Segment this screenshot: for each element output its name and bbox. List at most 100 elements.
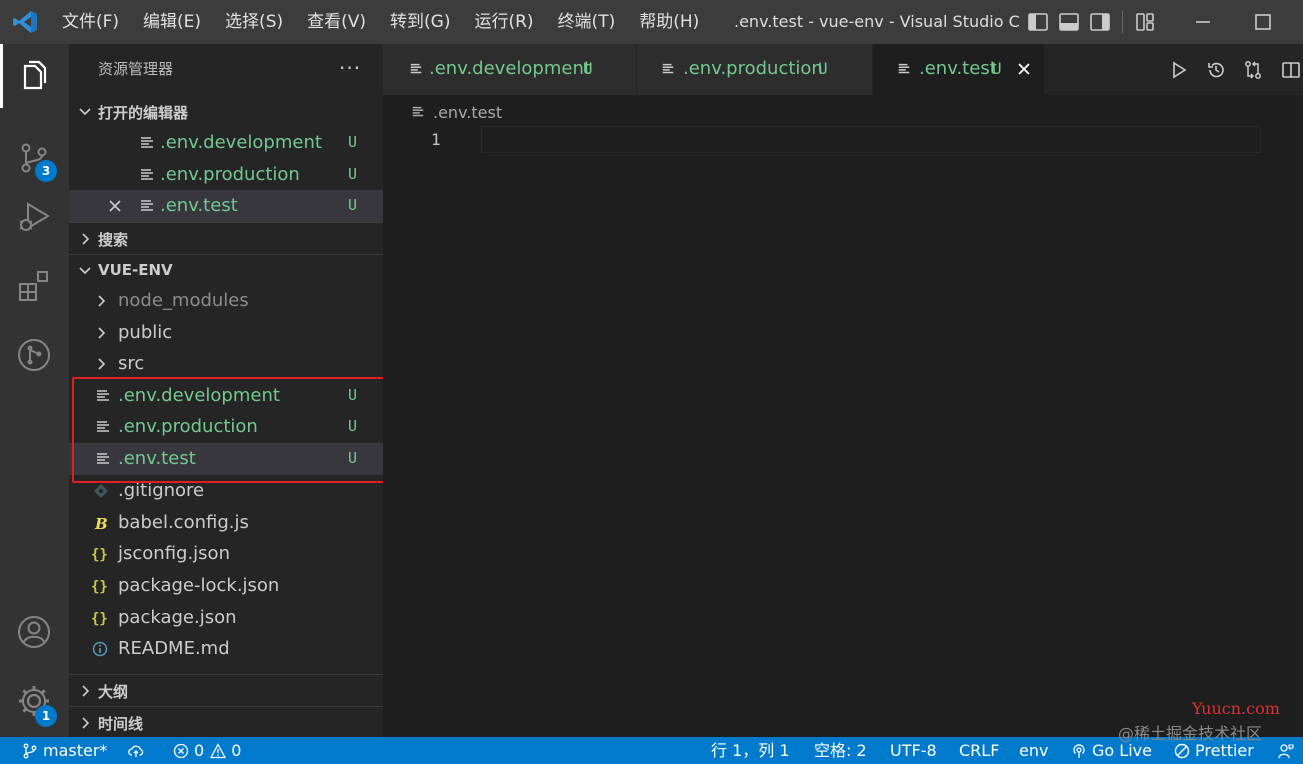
section-label: 搜索 [98,231,129,249]
file-name: package-lock.json [118,575,280,596]
section-open-editors[interactable]: 打开的编辑器 [69,96,383,127]
tab-env-production[interactable]: .env.production U [637,44,873,95]
untracked-badge: U [348,165,358,183]
sync-button[interactable] [128,737,149,764]
section-search[interactable]: 搜索 [69,222,383,253]
toggle-secondary-sidebar-icon[interactable] [1089,11,1111,33]
menu-selection[interactable]: 选择(S) [213,0,295,44]
editor-area[interactable]: .env.test 1 [383,95,1303,737]
manage-badge: 1 [35,705,57,727]
file-item[interactable]: .env.development U [69,380,383,412]
folder-item[interactable]: node_modules [69,285,383,317]
breadcrumb-file[interactable]: .env.test [433,103,502,122]
text-file-icon [141,200,153,211]
close-icon[interactable] [107,198,123,214]
indentation[interactable]: 空格: 2 [814,737,867,764]
explorer-icon [23,60,47,90]
section-workspace[interactable]: VUE-ENV [69,254,383,285]
vscode-logo-icon [13,11,37,33]
section-label: 时间线 [98,715,144,733]
menu-help[interactable]: 帮助(H) [627,0,711,44]
open-editor-item-active[interactable]: .env.test U [69,190,383,222]
file-item-selected[interactable]: .env.test U [69,443,383,475]
run-icon[interactable] [1169,60,1189,80]
branch-indicator[interactable]: master* [22,737,107,764]
feedback-person-icon [1278,743,1294,758]
section-outline[interactable]: 大纲 [69,674,383,705]
tab-env-test[interactable]: .env.test U [873,44,1045,95]
text-file-icon [141,137,153,148]
minimize-icon[interactable] [1192,11,1214,33]
open-editor-item[interactable]: .env.development U [69,127,383,159]
history-icon[interactable] [1206,60,1226,80]
git-branch-icon [23,743,37,758]
file-name: babel.config.js [118,512,249,533]
maximize-icon[interactable] [1252,11,1274,33]
untracked-badge: U [348,417,358,435]
section-label: 打开的编辑器 [98,104,189,122]
problems-indicator[interactable]: 0 0 [173,737,241,764]
text-file-icon [410,63,422,74]
encoding[interactable]: UTF-8 [890,737,937,764]
file-item[interactable]: .gitignore [69,475,383,507]
menu-file[interactable]: 文件(F) [50,0,131,44]
chevron-down-icon [79,108,91,116]
language-mode[interactable]: env [1019,737,1048,764]
activity-manage[interactable]: 1 [0,669,69,733]
menu-go[interactable]: 转到(G) [378,0,462,44]
activity-source-control[interactable]: 3 [0,126,69,190]
window-title: .env.test - vue-env - Visual Studio C... [734,12,1019,31]
menu-view[interactable]: 查看(V) [295,0,378,44]
activity-run-debug[interactable] [0,185,69,249]
svg-text:B: B [94,515,108,531]
json-braces-icon: {} [91,579,108,594]
current-line-highlight[interactable] [481,126,1261,153]
customize-layout-icon[interactable] [1134,11,1156,33]
titlebar-separator [1122,11,1123,33]
folder-item[interactable]: public [69,317,383,349]
toggle-panel-icon[interactable] [1058,11,1080,33]
activity-extensions[interactable] [0,254,69,318]
file-item[interactable]: .env.production U [69,411,383,443]
section-label: 大纲 [98,683,129,701]
untracked-badge: U [348,386,358,404]
file-item[interactable]: B babel.config.js [69,507,383,539]
menu-run[interactable]: 运行(R) [462,0,545,44]
file-item[interactable]: {} package.json [69,602,383,634]
split-editor-icon[interactable] [1281,60,1301,80]
line-number: 1 [431,130,441,149]
toggle-primary-sidebar-icon[interactable] [1027,11,1049,33]
sidebar-header: 资源管理器 ··· [69,44,383,94]
chevron-right-icon [82,685,90,697]
open-editor-item[interactable]: .env.production U [69,159,383,191]
breadcrumb[interactable]: .env.test [411,101,502,123]
file-item[interactable]: README.md [69,633,383,665]
end-of-line[interactable]: CRLF [959,737,999,764]
feedback-button[interactable] [1278,737,1299,764]
file-item[interactable]: {} jsconfig.json [69,538,383,570]
editor-tab-bar: .env.development U .env.production U .en… [383,44,1303,95]
cursor-position[interactable]: 行 1，列 1 [711,737,790,764]
activity-explorer[interactable] [0,44,69,108]
tab-label: .env.development [429,58,591,79]
chevron-right-icon [98,327,106,339]
section-timeline[interactable]: 时间线 [69,706,383,737]
git-graph-icon [18,339,50,371]
chevron-down-icon [79,267,91,275]
file-item[interactable]: {} package-lock.json [69,570,383,602]
source-control-badge: 3 [35,160,57,182]
file-name: README.md [118,638,230,659]
untracked-badge: U [348,196,358,214]
more-actions-button[interactable]: ··· [339,56,361,80]
tab-env-development[interactable]: .env.development U [383,44,637,95]
activity-git-graph[interactable] [0,323,69,387]
folder-item[interactable]: src [69,348,383,380]
close-icon[interactable] [1016,61,1032,77]
compare-changes-icon[interactable] [1243,60,1263,80]
menu-edit[interactable]: 编辑(E) [131,0,213,44]
untracked-badge: U [348,133,358,151]
menu-terminal[interactable]: 终端(T) [546,0,628,44]
activity-accounts[interactable] [0,600,69,664]
text-file-icon [898,63,910,74]
file-name: .env.test [160,195,238,216]
